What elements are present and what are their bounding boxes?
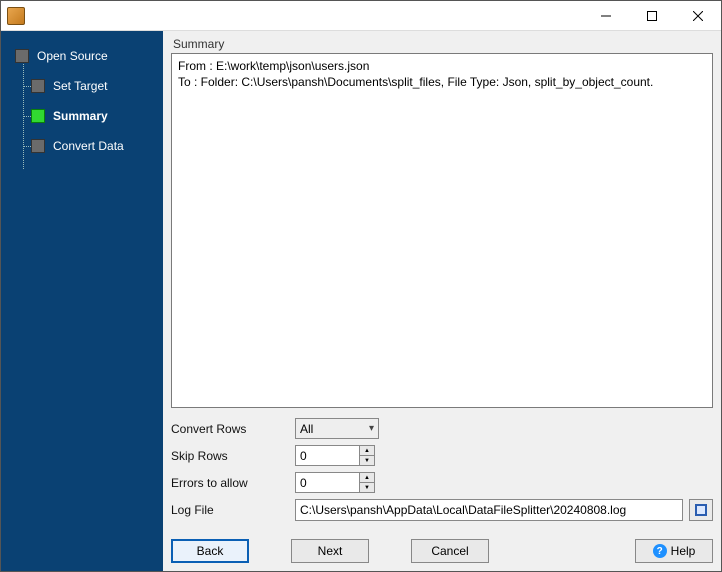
- spin-down-button[interactable]: ▼: [360, 483, 374, 492]
- summary-group-label: Summary: [173, 37, 713, 51]
- app-icon: [7, 7, 25, 25]
- back-button[interactable]: Back: [171, 539, 249, 563]
- spin-up-button[interactable]: ▲: [360, 473, 374, 483]
- maximize-icon: [647, 11, 657, 21]
- step-label: Set Target: [53, 79, 107, 93]
- step-box-icon: [15, 49, 29, 63]
- errors-to-allow-stepper[interactable]: ▲ ▼: [295, 472, 375, 493]
- titlebar: [1, 1, 721, 31]
- skip-rows-input[interactable]: [295, 445, 359, 466]
- browse-icon: [695, 504, 707, 516]
- help-icon: ?: [653, 544, 667, 558]
- options-form: Convert Rows All ▾ Skip Rows ▲ ▼ Errors …: [171, 418, 713, 527]
- next-button[interactable]: Next: [291, 539, 369, 563]
- help-button[interactable]: ? Help: [635, 539, 713, 563]
- wizard-sidebar: Open Source Set Target Summary Convert D…: [1, 31, 163, 571]
- cancel-button[interactable]: Cancel: [411, 539, 489, 563]
- convert-rows-label: Convert Rows: [171, 422, 295, 436]
- maximize-button[interactable]: [629, 1, 675, 31]
- step-label: Open Source: [37, 49, 108, 63]
- close-button[interactable]: [675, 1, 721, 31]
- step-box-icon: [31, 109, 45, 123]
- spin-up-button[interactable]: ▲: [360, 446, 374, 456]
- chevron-down-icon: ▾: [369, 423, 374, 434]
- convert-rows-select[interactable]: All ▾: [295, 418, 379, 439]
- sidebar-item-open-source[interactable]: Open Source: [1, 41, 163, 71]
- errors-to-allow-input[interactable]: [295, 472, 359, 493]
- spin-down-button[interactable]: ▼: [360, 456, 374, 465]
- close-icon: [693, 11, 703, 21]
- log-file-label: Log File: [171, 503, 295, 517]
- minimize-icon: [601, 11, 611, 21]
- step-box-icon: [31, 139, 45, 153]
- step-label: Summary: [53, 109, 108, 123]
- convert-rows-value: All: [300, 422, 313, 436]
- log-file-input[interactable]: [295, 499, 683, 521]
- summary-from-line: From : E:\work\temp\json\users.json: [178, 58, 706, 74]
- button-bar: Back Next Cancel ? Help: [171, 539, 713, 563]
- summary-to-line: To : Folder: C:\Users\pansh\Documents\sp…: [178, 74, 706, 90]
- content-pane: Summary From : E:\work\temp\json\users.j…: [163, 31, 721, 571]
- sidebar-item-summary[interactable]: Summary: [1, 101, 163, 131]
- errors-to-allow-label: Errors to allow: [171, 476, 295, 490]
- sidebar-item-convert-data[interactable]: Convert Data: [1, 131, 163, 161]
- minimize-button[interactable]: [583, 1, 629, 31]
- step-label: Convert Data: [53, 139, 124, 153]
- summary-textbox[interactable]: From : E:\work\temp\json\users.json To :…: [171, 53, 713, 408]
- step-box-icon: [31, 79, 45, 93]
- skip-rows-label: Skip Rows: [171, 449, 295, 463]
- sidebar-item-set-target[interactable]: Set Target: [1, 71, 163, 101]
- log-file-browse-button[interactable]: [689, 499, 713, 521]
- skip-rows-stepper[interactable]: ▲ ▼: [295, 445, 375, 466]
